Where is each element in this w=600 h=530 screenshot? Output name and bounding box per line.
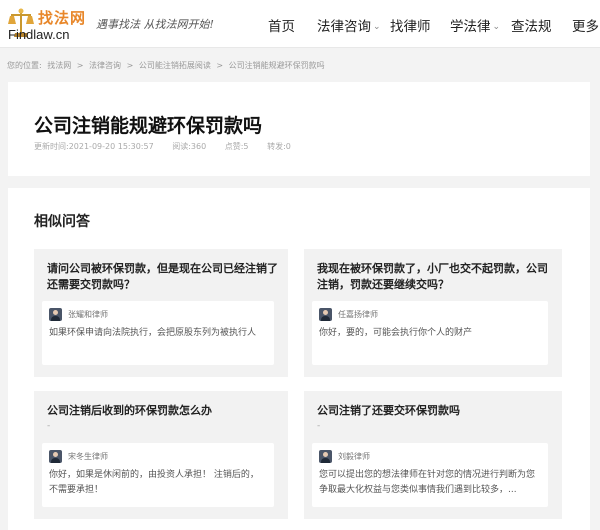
lawyer-info: 刘毅律师: [319, 449, 370, 463]
breadcrumb-separator: >: [216, 61, 224, 70]
qa-separator-dash: -: [47, 421, 51, 431]
read-count: 阅读:360: [172, 142, 207, 151]
breadcrumb-link-consult[interactable]: 法律咨询: [89, 61, 121, 70]
breadcrumb-separator: >: [126, 61, 134, 70]
qa-answer-text: 如果环保申请向法院执行，会把原股东列为被执行人: [49, 328, 257, 338]
logo-chinese-text: 找法网: [38, 9, 87, 27]
breadcrumb: 您的位置: 找法网 > 法律咨询 > 公司能注销拓展阅读 > 公司注销能规避环保…: [7, 60, 328, 71]
lawyer-info: 任嘉扬律师: [319, 307, 378, 321]
site-header: 找法网 Findlaw.cn 遇事找法 从找法网开始! 首页 法律咨询 ⌄ 找律师…: [0, 0, 600, 48]
breadcrumb-current: 公司注销能规避环保罚款吗: [228, 61, 325, 70]
site-slogan: 遇事找法 从找法网开始!: [96, 18, 214, 31]
breadcrumb-separator: >: [76, 61, 84, 70]
breadcrumb-link-home[interactable]: 找法网: [47, 61, 71, 70]
nav-search-regulations[interactable]: 查法规: [511, 15, 552, 35]
qa-item[interactable]: 我现在被环保罚款了，小厂也交不起罚款，公司注销，罚款还要继续交吗？ 任嘉扬律师 …: [304, 249, 562, 377]
qa-item[interactable]: 请问公司被环保罚款，但是现在公司已经注销了还需要交罚款吗？ 张耀和律师 如果环保…: [34, 249, 288, 377]
qa-answer-text: 您可以提出您的想法律师在针对您的情况进行判断为您争取最大化权益与您类似事情我们遇…: [319, 470, 536, 495]
qa-item[interactable]: 公司注销了还要交环保罚款吗 - 刘毅律师 您可以提出您的想法律师在针对您的情况进…: [304, 391, 562, 519]
lawyer-name[interactable]: 宋冬生律师: [68, 451, 108, 462]
section-title: 相似问答: [34, 214, 90, 230]
avatar: [49, 449, 62, 463]
qa-question[interactable]: 我现在被环保罚款了，小厂也交不起罚款，公司注销，罚款还要继续交吗？: [317, 261, 552, 293]
qa-question[interactable]: 请问公司被环保罚款，但是现在公司已经注销了还需要交罚款吗？: [47, 261, 278, 293]
qa-answer-box: 任嘉扬律师 你好，要的，可能会执行你个人的财产: [312, 301, 548, 365]
logo-english-text: Findlaw.cn: [8, 27, 70, 42]
nav-find-lawyer[interactable]: 找律师: [390, 15, 431, 35]
qa-question[interactable]: 公司注销后收到的环保罚款怎么办: [47, 403, 278, 419]
lawyer-info: 宋冬生律师: [49, 449, 108, 463]
qa-answer-text: 你好，如果是休闲前的，由投资人承担！ 注销后的，不需要承担！: [49, 470, 259, 495]
lawyer-info: 张耀和律师: [49, 307, 108, 321]
nav-legal-consult[interactable]: 法律咨询 ⌄: [317, 15, 381, 35]
nav-legal-consult-label: 法律咨询: [317, 19, 371, 35]
nav-more[interactable]: 更多: [572, 15, 599, 35]
qa-separator-dash: -: [317, 421, 321, 431]
like-count: 点赞:5: [224, 142, 249, 151]
lawyer-name[interactable]: 任嘉扬律师: [338, 309, 378, 320]
qa-answer-box: 宋冬生律师 你好，如果是休闲前的，由投资人承担！ 注销后的，不需要承担！: [42, 443, 274, 507]
nav-find-lawyer-label: 找律师: [390, 19, 431, 35]
avatar: [319, 449, 332, 463]
site-logo[interactable]: 找法网 Findlaw.cn: [6, 5, 90, 43]
chevron-down-icon: ⌄: [492, 22, 501, 32]
nav-learn-law-label: 学法律: [450, 19, 491, 35]
nav-home-label: 首页: [268, 19, 295, 35]
qa-answer-box: 张耀和律师 如果环保申请向法院执行，会把原股东列为被执行人: [42, 301, 274, 365]
nav-home[interactable]: 首页: [268, 15, 295, 35]
qa-answer-box: 刘毅律师 您可以提出您的想法律师在针对您的情况进行判断为您争取最大化权益与您类似…: [312, 443, 548, 507]
avatar: [319, 307, 332, 321]
share-count: 转发:0: [267, 142, 291, 151]
nav-learn-law[interactable]: 学法律 ⌄: [450, 15, 500, 35]
nav-more-label: 更多: [572, 19, 599, 35]
avatar: [49, 307, 62, 321]
chevron-down-icon: ⌄: [373, 22, 381, 32]
qa-question[interactable]: 公司注销了还要交环保罚款吗: [317, 403, 552, 419]
nav-search-regulations-label: 查法规: [511, 19, 552, 35]
lawyer-name[interactable]: 张耀和律师: [68, 309, 108, 320]
qa-item[interactable]: 公司注销后收到的环保罚款怎么办 - 宋冬生律师 你好，如果是休闲前的，由投资人承…: [34, 391, 288, 519]
qa-answer-text: 你好，要的，可能会执行你个人的财产: [319, 328, 473, 338]
breadcrumb-prefix: 您的位置:: [7, 61, 42, 70]
breadcrumb-link-reading[interactable]: 公司能注销拓展阅读: [139, 61, 211, 70]
article-meta: 更新时间:2021-09-20 15:30:57 阅读:360 点赞:5 转发:…: [34, 141, 307, 152]
page-title: 公司注销能规避环保罚款吗: [34, 115, 263, 137]
lawyer-name[interactable]: 刘毅律师: [338, 451, 370, 462]
updated-time: 更新时间:2021-09-20 15:30:57: [34, 142, 154, 151]
